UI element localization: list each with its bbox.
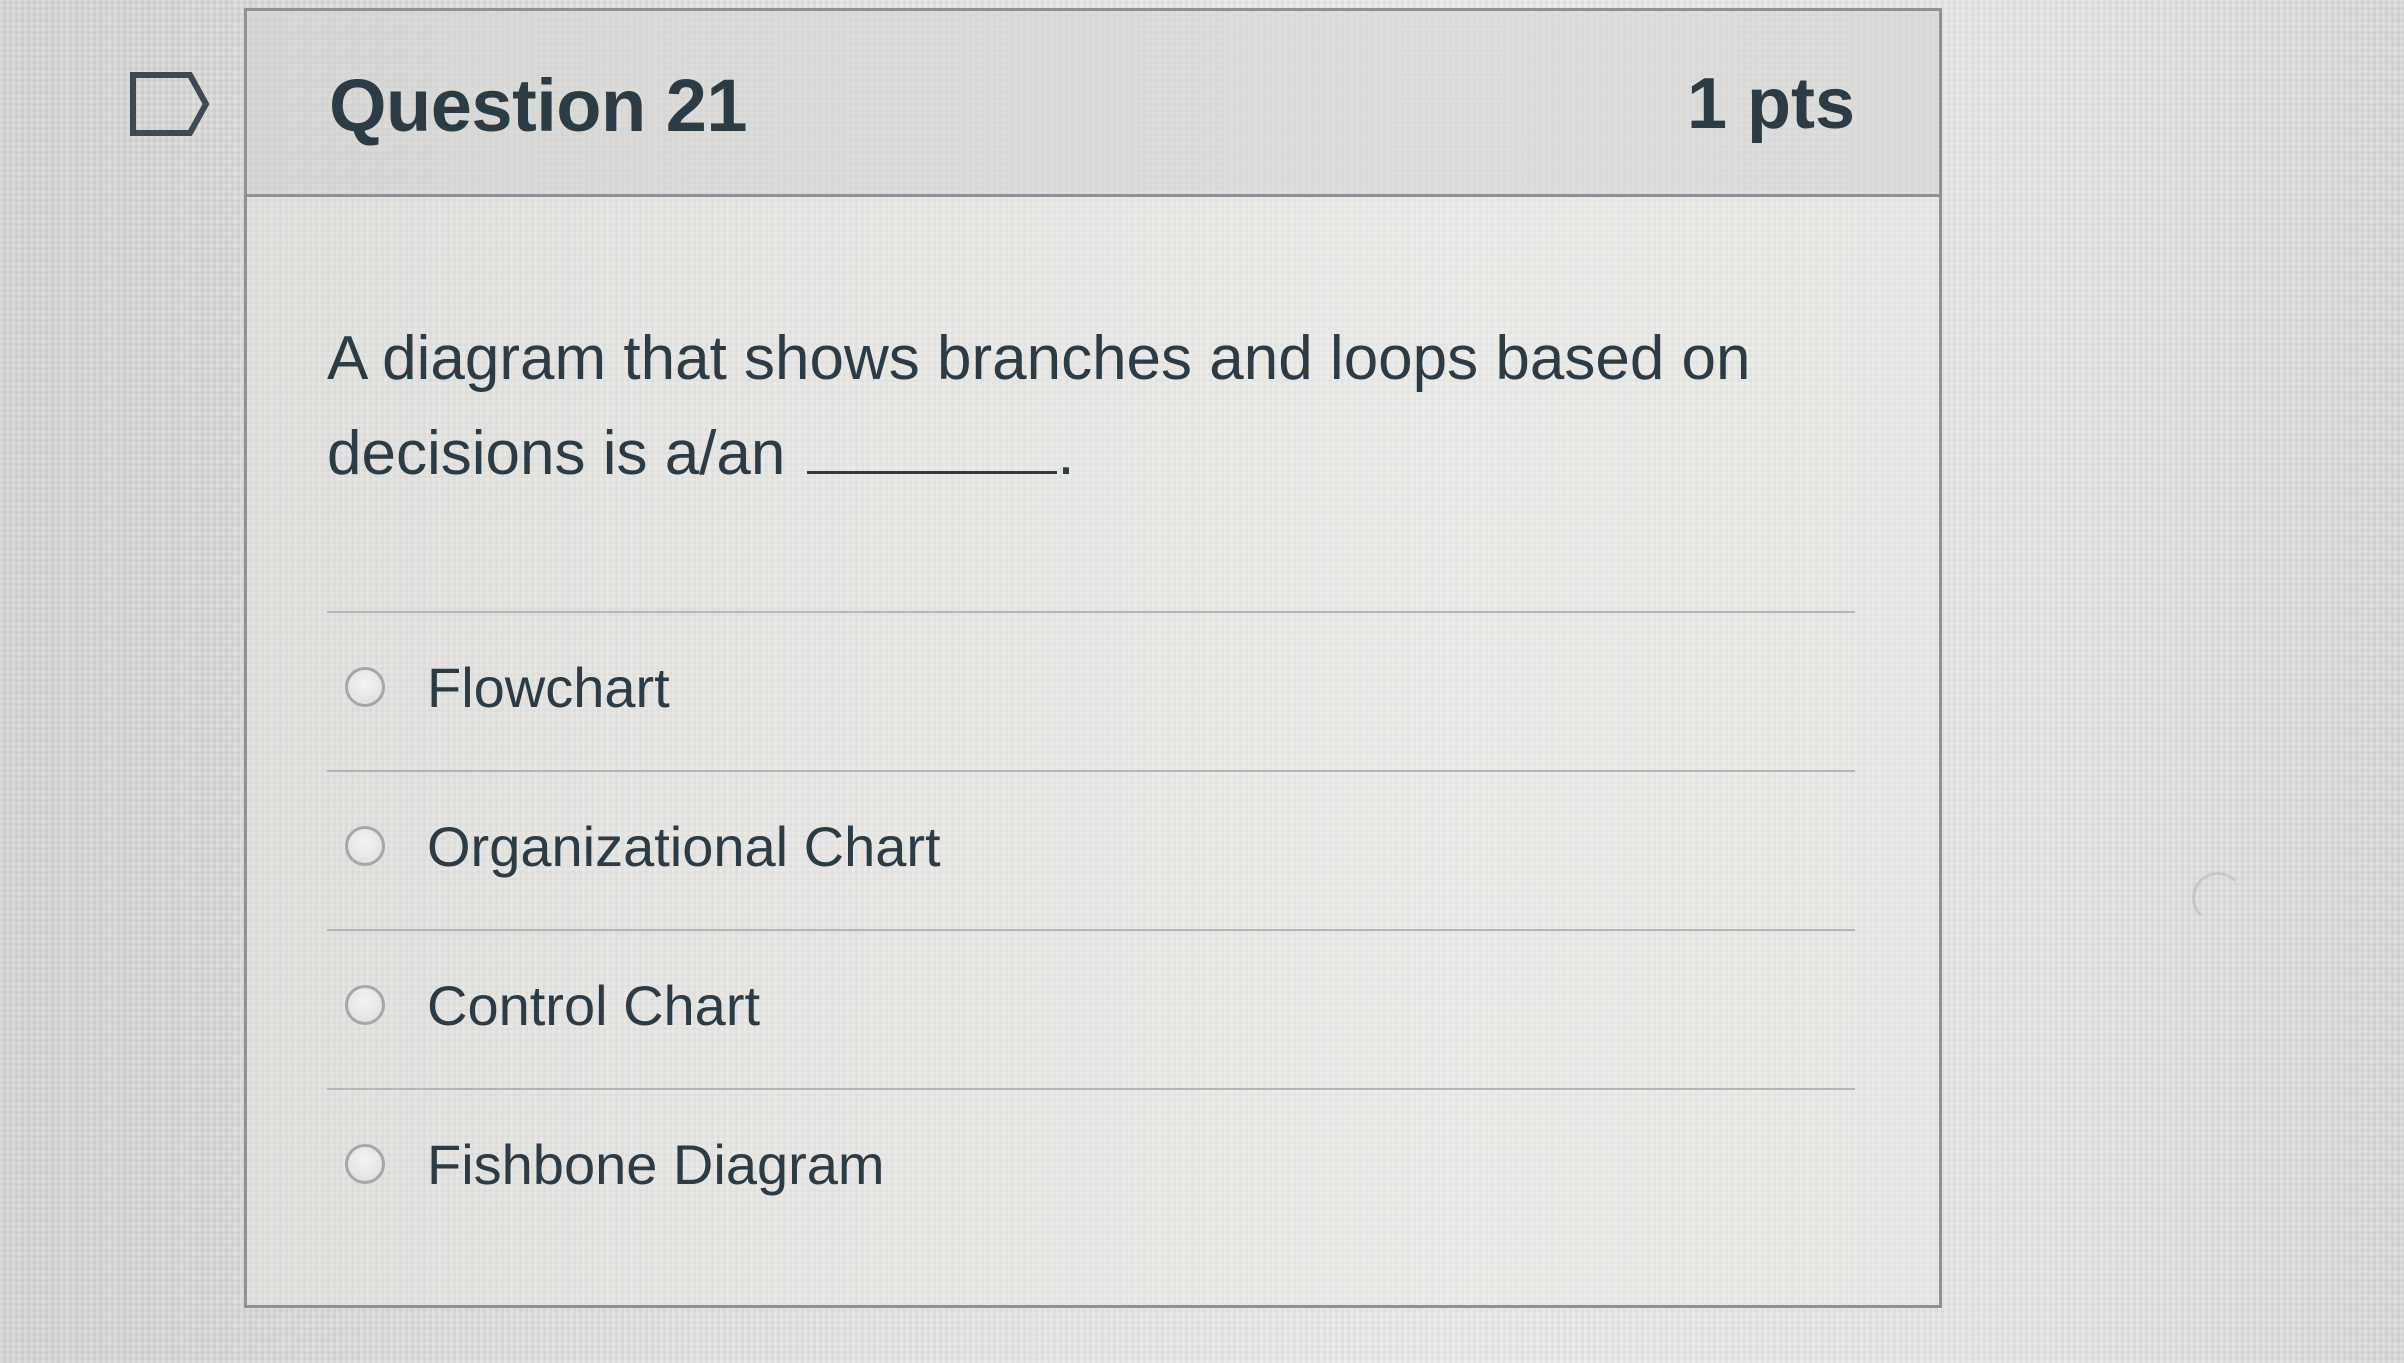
question-points: 1 pts [1686, 64, 1855, 144]
answer-label[interactable]: Fishbone Diagram [427, 1132, 885, 1197]
answer-label[interactable]: Control Chart [427, 973, 760, 1038]
answer-option-organizational-chart[interactable]: Organizational Chart [327, 772, 1855, 929]
radio-button-icon[interactable] [345, 667, 385, 707]
cursor-reflection-icon [2192, 872, 2244, 924]
answer-option-control-chart[interactable]: Control Chart [327, 931, 1855, 1088]
radio-button-icon[interactable] [345, 826, 385, 866]
question-header: Question 21 1 pts [247, 11, 1939, 197]
answer-label[interactable]: Flowchart [427, 655, 670, 720]
answer-list: Flowchart Organizational Chart Control C… [327, 611, 1855, 1247]
flag-question-icon[interactable] [128, 70, 212, 138]
question-card: Question 21 1 pts A diagram that shows b… [244, 8, 1942, 1308]
radio-button-icon[interactable] [345, 985, 385, 1025]
answer-option-fishbone-diagram[interactable]: Fishbone Diagram [327, 1090, 1855, 1247]
question-period: . [1057, 419, 1075, 488]
question-title: Question 21 [329, 64, 748, 147]
answer-option-flowchart[interactable]: Flowchart [327, 613, 1855, 770]
answer-label[interactable]: Organizational Chart [427, 814, 941, 879]
answer-blank [807, 407, 1058, 474]
radio-button-icon[interactable] [345, 1144, 385, 1184]
question-text: A diagram that shows branches and loops … [327, 311, 1847, 501]
